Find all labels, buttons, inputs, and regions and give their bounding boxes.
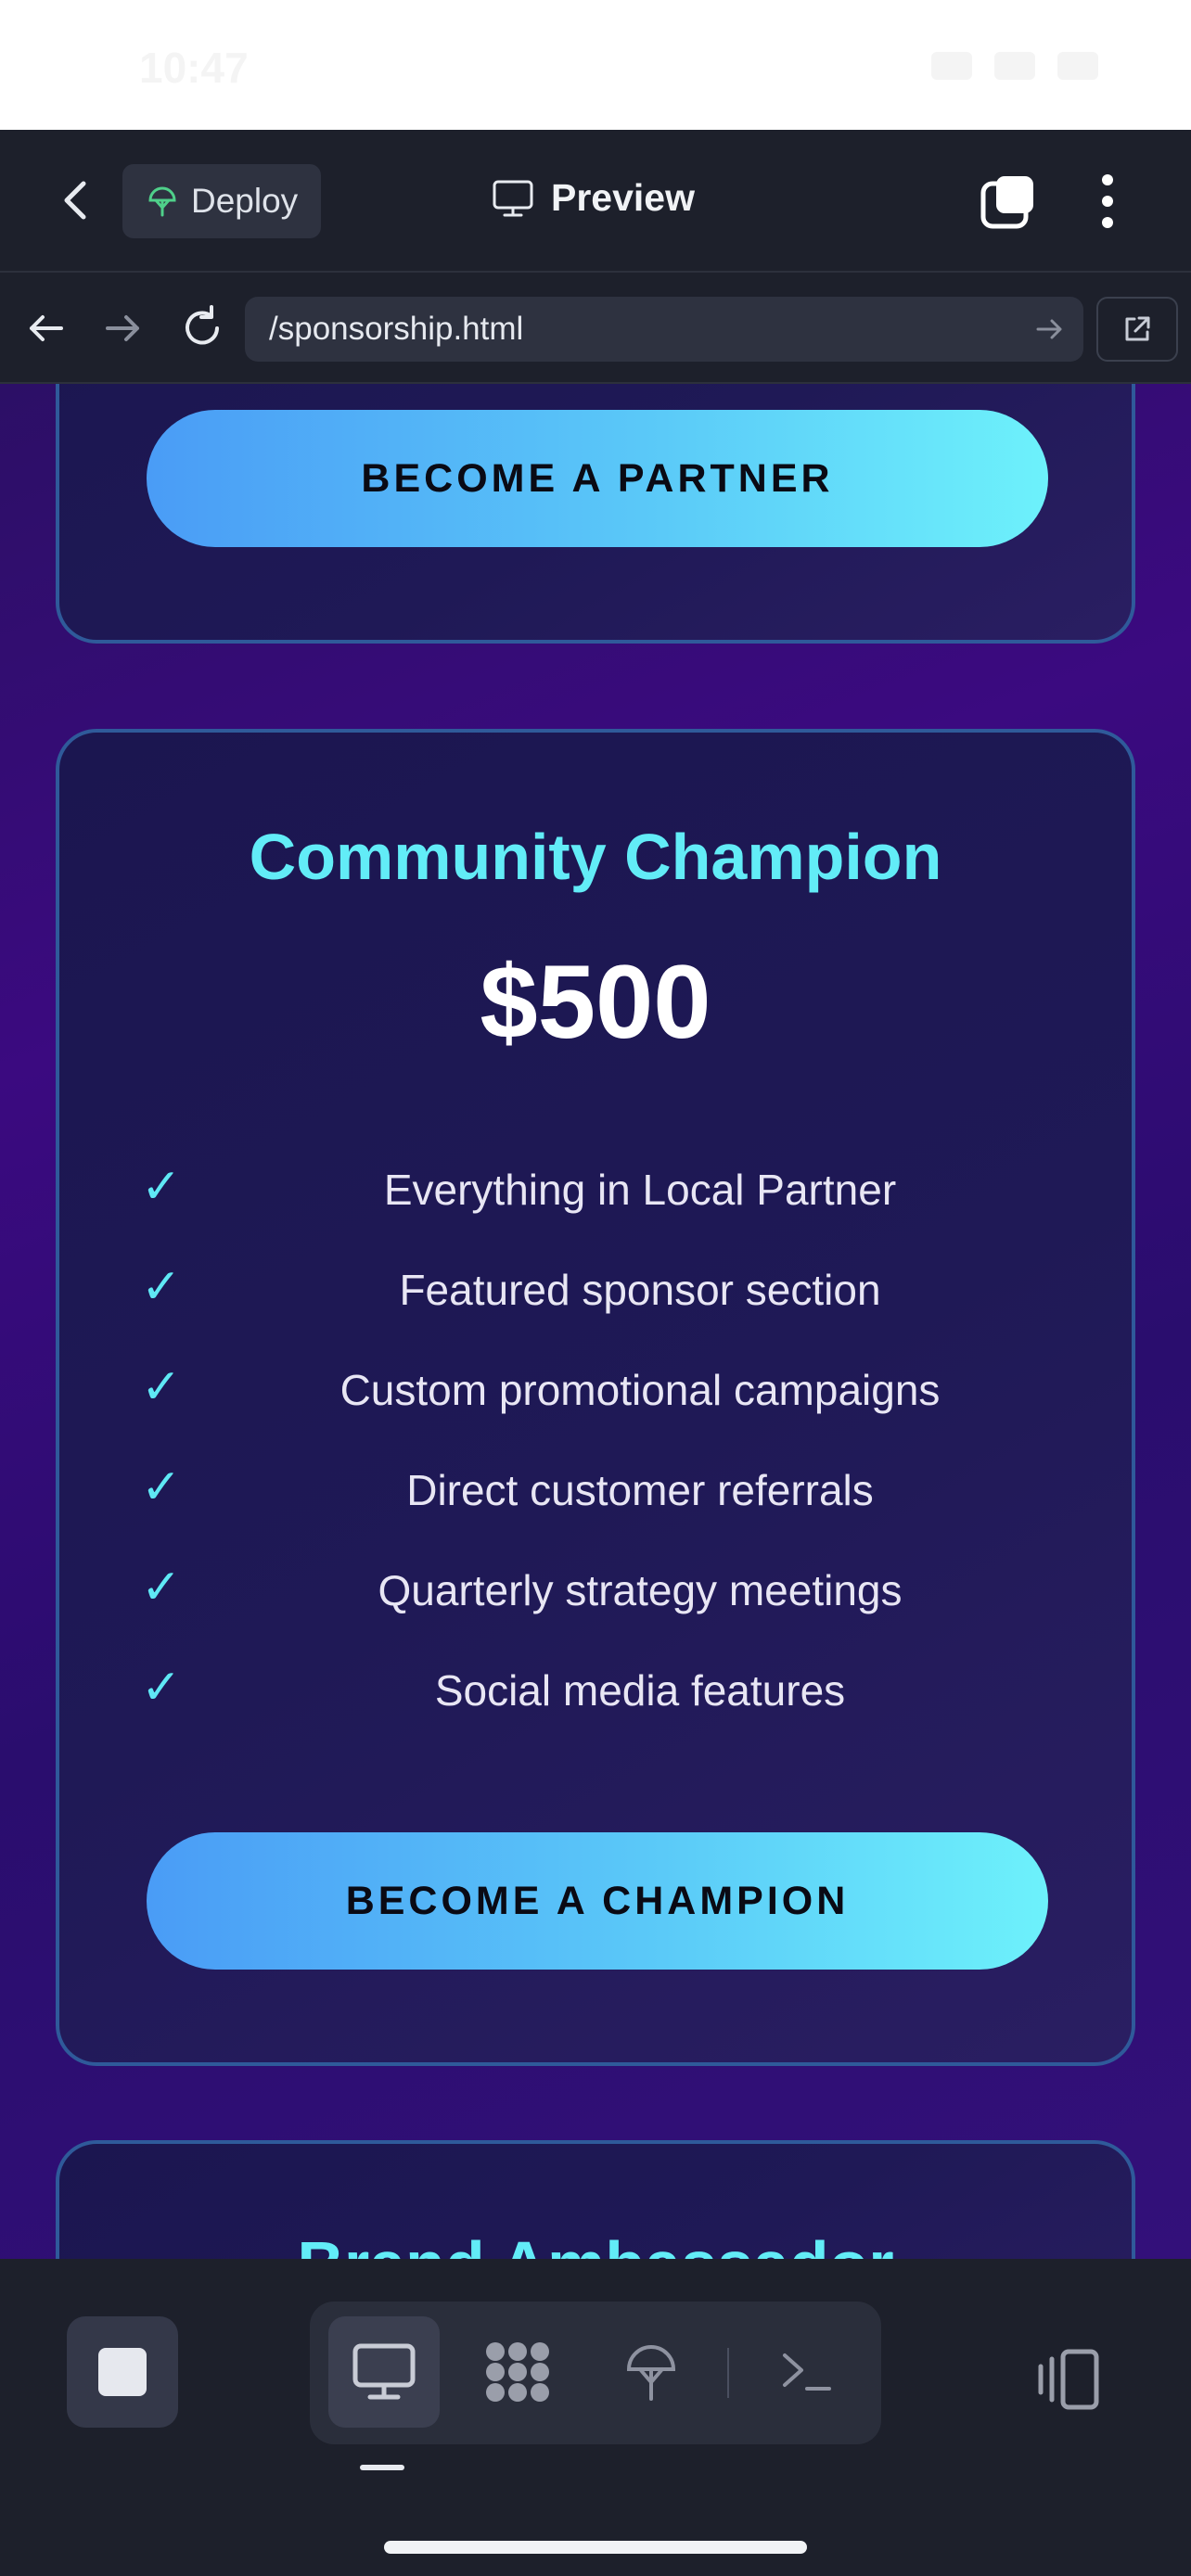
become-champion-button[interactable]: BECOME A CHAMPION [147, 1832, 1048, 1970]
champion-tier-card: Community Champion $500 ✓ Everything in … [56, 729, 1135, 2066]
open-external-button[interactable] [1096, 297, 1178, 362]
deploy-icon [626, 2345, 676, 2401]
check-icon: ✓ [141, 1561, 182, 1614]
battery-icon [1057, 52, 1098, 80]
feature-item: ✓ Social media features [59, 1641, 1132, 1741]
feature-text: Social media features [434, 1666, 846, 1715]
feature-item: ✓ Featured sponsor section [59, 1241, 1132, 1341]
status-time: 10:47 [139, 44, 249, 92]
chevron-left-icon [64, 181, 86, 220]
feature-text: Custom promotional campaigns [339, 1366, 941, 1414]
tier-title: Brand Ambassador [59, 2227, 1132, 2259]
arrow-left-icon [30, 315, 63, 341]
signal-icon [931, 52, 972, 80]
terminal-tool-button[interactable] [751, 2316, 863, 2428]
deploy-tool-button[interactable] [596, 2316, 707, 2428]
url-bar: /sponsorship.html [0, 273, 1191, 384]
stop-button[interactable] [67, 2316, 178, 2428]
more-vertical-icon [1102, 174, 1113, 228]
feature-text: Everything in Local Partner [383, 1166, 897, 1214]
reload-button[interactable] [174, 300, 230, 356]
active-tab-indicator [360, 2465, 404, 2470]
feature-item: ✓ Quarterly strategy meetings [59, 1541, 1132, 1641]
apps-grid-icon [486, 2342, 549, 2402]
bottom-toolbar [0, 2259, 1191, 2576]
nav-forward-button[interactable] [96, 302, 148, 354]
tool-switcher [310, 2302, 881, 2444]
nav-back-button[interactable] [20, 302, 72, 354]
side-panel-icon [1038, 2349, 1099, 2410]
tool-separator [727, 2348, 729, 2398]
check-icon: ✓ [141, 1160, 182, 1214]
deploy-label: Deploy [191, 182, 299, 220]
home-indicator [384, 2541, 807, 2554]
feature-text: Quarterly strategy meetings [378, 1566, 903, 1614]
feature-item: ✓ Everything in Local Partner [59, 1141, 1132, 1241]
reload-icon [186, 305, 219, 345]
preview-title: Preview [492, 176, 695, 220]
monitor-icon [493, 180, 533, 216]
feature-item: ✓ Custom promotional campaigns [59, 1341, 1132, 1441]
become-partner-button[interactable]: BECOME A PARTNER [147, 410, 1048, 547]
check-icon: ✓ [141, 1460, 182, 1514]
url-input[interactable]: /sponsorship.html [245, 297, 1083, 362]
status-icons [931, 52, 1098, 80]
deploy-button[interactable]: Deploy [122, 164, 321, 238]
side-panel-button[interactable] [1031, 2342, 1106, 2417]
tabs-icon [980, 176, 1033, 229]
more-menu-button[interactable] [1087, 171, 1128, 232]
tier-price: $500 [480, 944, 711, 1060]
wifi-icon [994, 52, 1035, 80]
tabs-button[interactable] [980, 172, 1039, 232]
feature-list: ✓ Everything in Local Partner ✓ Featured… [59, 1141, 1132, 1741]
apps-tool-button[interactable] [462, 2316, 573, 2428]
app-top-bar: Deploy Preview [0, 130, 1191, 273]
feature-item: ✓ Direct customer referrals [59, 1441, 1132, 1541]
preview-label: Preview [551, 176, 695, 219]
terminal-icon [783, 2353, 831, 2391]
monitor-icon [352, 2343, 416, 2400]
check-icon: ✓ [141, 1260, 182, 1314]
check-icon: ✓ [141, 1360, 182, 1414]
url-text: /sponsorship.html [269, 311, 524, 347]
deploy-icon [148, 186, 176, 217]
page-content: BECOME A PARTNER Community Champion $500… [0, 384, 1191, 2259]
feature-text: Direct customer referrals [406, 1466, 874, 1514]
check-icon: ✓ [141, 1661, 182, 1715]
external-link-icon [1125, 316, 1150, 341]
preview-tool-button[interactable] [328, 2316, 440, 2428]
back-button[interactable] [48, 172, 104, 228]
status-bar: 10:47 [0, 0, 1191, 130]
feature-text: Featured sponsor section [399, 1266, 881, 1314]
arrow-right-icon [106, 315, 139, 341]
tier-title: Community Champion [249, 821, 942, 893]
partner-tier-card: BECOME A PARTNER [56, 384, 1135, 644]
ambassador-tier-card: Brand Ambassador [56, 2140, 1135, 2259]
stop-icon [98, 2348, 147, 2396]
go-arrow-icon[interactable] [1033, 313, 1065, 345]
